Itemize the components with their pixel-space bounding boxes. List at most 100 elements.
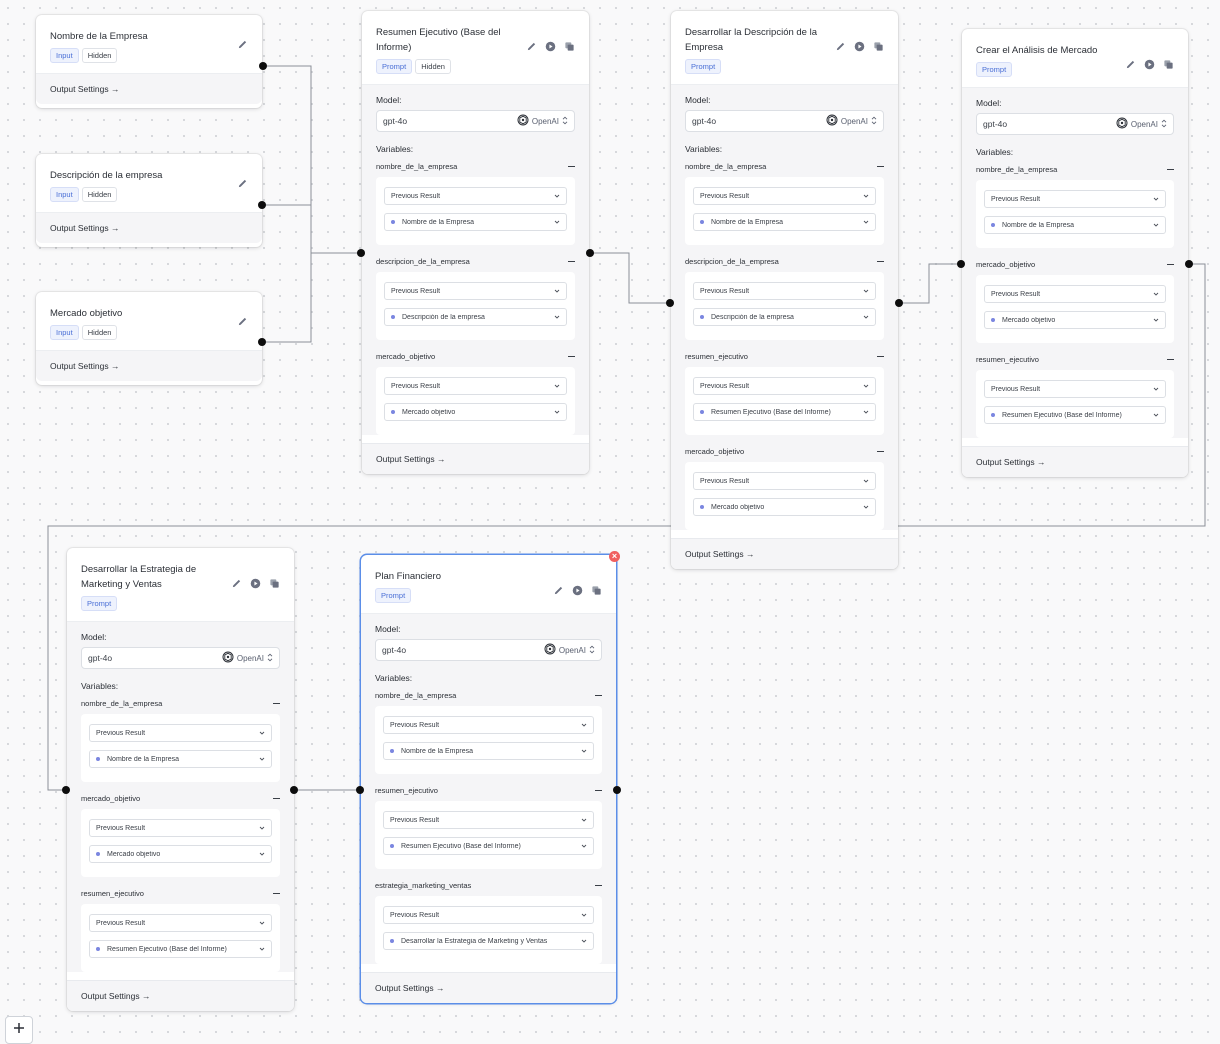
source-node-select[interactable]: Resumen Ejecutivo (Base del Informe) <box>984 406 1166 424</box>
minus-icon[interactable] <box>1167 359 1174 360</box>
prompt-node-plan-financiero[interactable]: Plan Financiero Prompt Model: gpt-4o Ope… <box>361 555 616 1003</box>
prompt-node-descripcion-empresa[interactable]: Desarrollar la Descripción de la Empresa… <box>671 11 898 569</box>
source-node-select[interactable]: Descripción de la empresa <box>693 308 876 326</box>
model-select[interactable]: gpt-4o OpenAI <box>375 639 602 661</box>
source-node-select[interactable]: Mercado objetivo <box>384 403 567 421</box>
copy-icon[interactable] <box>591 585 602 596</box>
close-icon[interactable]: × <box>609 551 620 562</box>
minus-icon[interactable] <box>595 695 602 696</box>
source-type-select[interactable]: Previous Result <box>384 377 567 395</box>
source-node-select[interactable]: Nombre de la Empresa <box>984 216 1166 234</box>
copy-icon[interactable] <box>1163 59 1174 70</box>
play-icon[interactable] <box>854 41 865 52</box>
source-type-select[interactable]: Previous Result <box>89 724 272 742</box>
output-handle[interactable] <box>1185 260 1193 268</box>
output-settings-link[interactable]: Output Settings → <box>36 212 262 243</box>
output-handle[interactable] <box>586 249 594 257</box>
output-settings-link[interactable]: Output Settings → <box>962 446 1188 477</box>
pencil-icon[interactable] <box>237 178 248 189</box>
source-node-select[interactable]: Desarrollar la Estrategia de Marketing y… <box>383 932 594 950</box>
model-select[interactable]: gpt-4o OpenAI <box>81 647 280 669</box>
minus-icon[interactable] <box>568 261 575 262</box>
source-type-select[interactable]: Previous Result <box>693 282 876 300</box>
source-node-select[interactable]: Mercado objetivo <box>984 311 1166 329</box>
play-icon[interactable] <box>250 578 261 589</box>
output-handle[interactable] <box>613 786 621 794</box>
pencil-icon[interactable] <box>1125 59 1136 70</box>
output-handle[interactable] <box>258 201 266 209</box>
input-handle[interactable] <box>666 299 674 307</box>
input-handle[interactable] <box>957 260 965 268</box>
source-type-select[interactable]: Previous Result <box>89 819 272 837</box>
output-handle[interactable] <box>895 299 903 307</box>
output-settings-link[interactable]: Output Settings → <box>361 972 616 1003</box>
minus-icon[interactable] <box>273 703 280 704</box>
output-settings-link[interactable]: Output Settings → <box>362 443 589 474</box>
source-type-select[interactable]: Previous Result <box>89 914 272 932</box>
play-icon[interactable] <box>1144 59 1155 70</box>
copy-icon[interactable] <box>269 578 280 589</box>
prompt-node-resumen-ejecutivo[interactable]: Resumen Ejecutivo (Base del Informe) Pro… <box>362 11 589 474</box>
source-type-select[interactable]: Previous Result <box>384 187 567 205</box>
source-type-select[interactable]: Previous Result <box>984 190 1166 208</box>
source-type-select[interactable]: Previous Result <box>383 716 594 734</box>
minus-icon[interactable] <box>1167 264 1174 265</box>
output-handle[interactable] <box>290 786 298 794</box>
pencil-icon[interactable] <box>237 39 248 50</box>
input-node-descripcion-empresa[interactable]: Descripción de la empresa Input Hidden O… <box>36 154 262 247</box>
model-select[interactable]: gpt-4o OpenAI <box>376 110 575 132</box>
source-type-select[interactable]: Previous Result <box>693 472 876 490</box>
prompt-node-estrategia-marketing[interactable]: Desarrollar la Estrategia de Marketing y… <box>67 548 294 1011</box>
pencil-icon[interactable] <box>231 578 242 589</box>
source-node-select[interactable]: Nombre de la Empresa <box>383 742 594 760</box>
pencil-icon[interactable] <box>553 585 564 596</box>
source-node-select[interactable]: Resumen Ejecutivo (Base del Informe) <box>693 403 876 421</box>
minus-icon[interactable] <box>877 261 884 262</box>
play-icon[interactable] <box>572 585 583 596</box>
minus-icon[interactable] <box>568 166 575 167</box>
play-icon[interactable] <box>545 41 556 52</box>
input-node-mercado-objetivo[interactable]: Mercado objetivo Input Hidden Output Set… <box>36 292 262 385</box>
input-node-nombre-empresa[interactable]: Nombre de la Empresa Input Hidden Output… <box>36 15 262 108</box>
source-type-select[interactable]: Previous Result <box>984 285 1166 303</box>
output-settings-link[interactable]: Output Settings → <box>36 73 262 104</box>
minus-icon[interactable] <box>568 356 575 357</box>
source-node-select[interactable]: Resumen Ejecutivo (Base del Informe) <box>383 837 594 855</box>
copy-icon[interactable] <box>873 41 884 52</box>
minus-icon[interactable] <box>877 166 884 167</box>
minus-icon[interactable] <box>877 451 884 452</box>
copy-icon[interactable] <box>564 41 575 52</box>
pencil-icon[interactable] <box>237 316 248 327</box>
minus-icon[interactable] <box>273 798 280 799</box>
source-node-select[interactable]: Mercado objetivo <box>693 498 876 516</box>
minus-icon[interactable] <box>877 356 884 357</box>
source-type-select[interactable]: Previous Result <box>984 380 1166 398</box>
minus-icon[interactable] <box>595 790 602 791</box>
source-node-select[interactable]: Nombre de la Empresa <box>89 750 272 768</box>
input-handle[interactable] <box>357 249 365 257</box>
model-select[interactable]: gpt-4o OpenAI <box>685 110 884 132</box>
output-handle[interactable] <box>259 62 267 70</box>
source-node-select[interactable]: Resumen Ejecutivo (Base del Informe) <box>89 940 272 958</box>
source-type-select[interactable]: Previous Result <box>384 282 567 300</box>
minus-icon[interactable] <box>595 885 602 886</box>
source-type-select[interactable]: Previous Result <box>383 811 594 829</box>
source-node-select[interactable]: Descripción de la empresa <box>384 308 567 326</box>
model-select[interactable]: gpt-4o OpenAI <box>976 113 1174 135</box>
output-settings-link[interactable]: Output Settings → <box>36 350 262 381</box>
source-node-select[interactable]: Mercado objetivo <box>89 845 272 863</box>
minus-icon[interactable] <box>273 893 280 894</box>
output-settings-link[interactable]: Output Settings → <box>67 980 294 1011</box>
source-type-select[interactable]: Previous Result <box>693 377 876 395</box>
pencil-icon[interactable] <box>835 41 846 52</box>
minus-icon[interactable] <box>1167 169 1174 170</box>
prompt-node-analisis-mercado[interactable]: Crear el Análisis de Mercado Prompt Mode… <box>962 29 1188 477</box>
input-handle[interactable] <box>62 786 70 794</box>
source-node-select[interactable]: Nombre de la Empresa <box>384 213 567 231</box>
source-type-select[interactable]: Previous Result <box>693 187 876 205</box>
source-type-select[interactable]: Previous Result <box>383 906 594 924</box>
source-node-select[interactable]: Nombre de la Empresa <box>693 213 876 231</box>
pencil-icon[interactable] <box>526 41 537 52</box>
output-settings-link[interactable]: Output Settings → <box>671 538 898 569</box>
input-handle[interactable] <box>356 786 364 794</box>
